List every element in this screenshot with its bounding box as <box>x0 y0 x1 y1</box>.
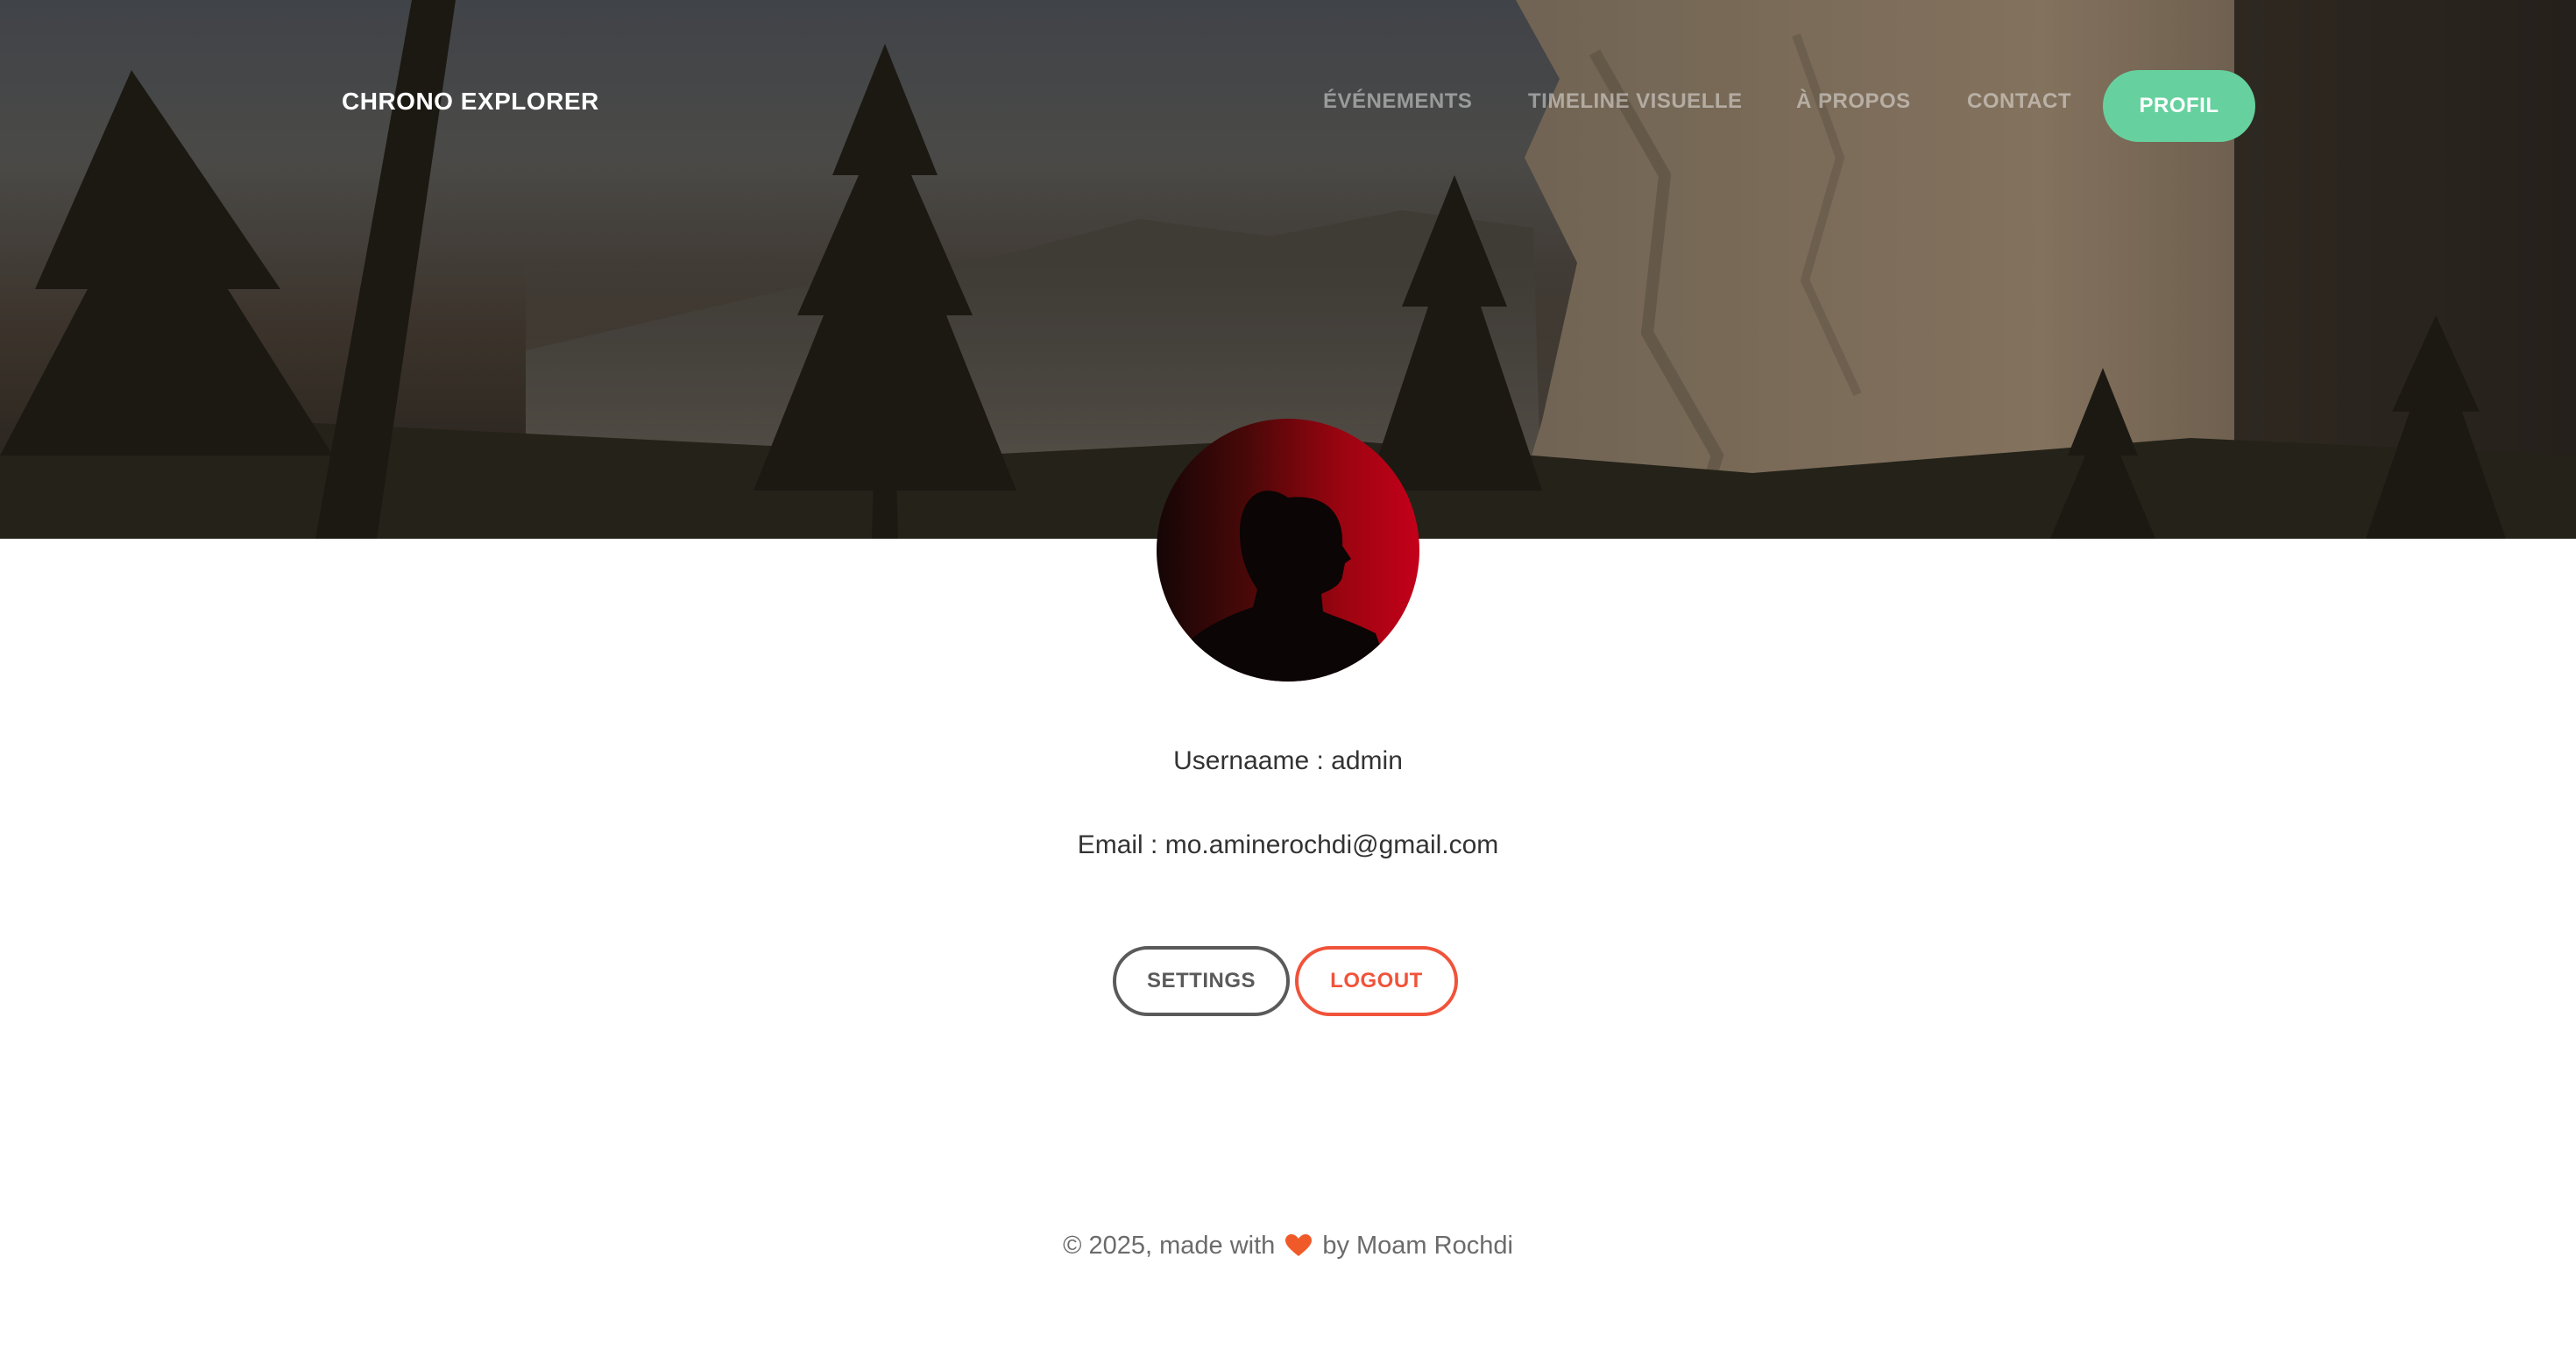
nav-link-a-propos[interactable]: À PROPOS <box>1796 89 1911 114</box>
heart-icon <box>1285 1234 1313 1264</box>
email-line: Email : mo.aminerochdi@gmail.com <box>1077 830 1499 859</box>
brand-logo-text[interactable]: CHRONO EXPLORER <box>342 88 599 116</box>
nav-link-timeline-visuelle[interactable]: TIMELINE VISUELLE <box>1528 89 1743 114</box>
footer-prefix: © 2025, made with <box>1063 1232 1276 1260</box>
footer-suffix: by Moam Rochdi <box>1322 1232 1513 1260</box>
avatar <box>1157 419 1419 682</box>
nav-link-contact[interactable]: CONTACT <box>1967 89 2071 114</box>
top-navigation: CHRONO EXPLORER ÉVÉNEMENTS TIMELINE VISU… <box>0 0 2576 210</box>
footer: © 2025, made with by Moam Rochdi <box>0 1232 2576 1264</box>
nav-link-evenements[interactable]: ÉVÉNEMENTS <box>1323 89 1472 114</box>
settings-button[interactable]: SETTINGS <box>1113 946 1290 1016</box>
logout-button[interactable]: LOGOUT <box>1295 946 1458 1016</box>
profile-silhouette-image <box>1183 491 1393 682</box>
nav-profile-button[interactable]: PROFIL <box>2103 70 2255 142</box>
username-line: Usernaame : admin <box>1173 746 1403 775</box>
